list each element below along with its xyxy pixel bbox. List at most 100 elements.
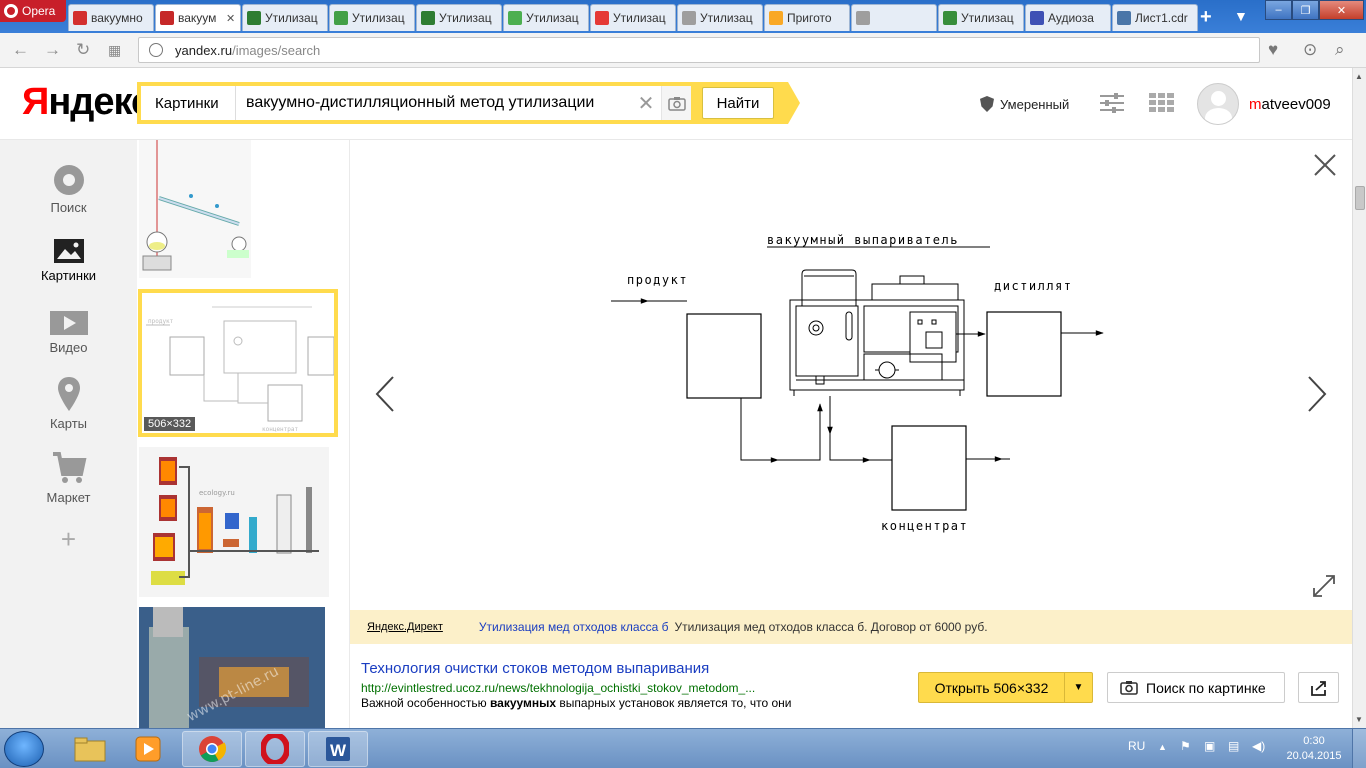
- browser-tab[interactable]: Утилизац: [677, 4, 763, 31]
- distillate-box: [986, 311, 1062, 397]
- browser-tab[interactable]: Утилизац: [416, 4, 502, 31]
- tab-title: Утилизац: [961, 11, 1014, 25]
- chrome-browser-icon[interactable]: [182, 731, 242, 767]
- download-icon[interactable]: ⊙: [1303, 40, 1317, 60]
- thumbnail-equipment-photo[interactable]: www.pt-line.ru: [139, 607, 325, 728]
- browser-tab[interactable]: [851, 4, 937, 31]
- nav-item-maps[interactable]: Карты: [0, 376, 137, 431]
- browser-tab[interactable]: Лист1.cdr: [1112, 4, 1198, 31]
- search-icon[interactable]: ⌕: [1335, 40, 1345, 60]
- thumbnail-selected-diagram[interactable]: продукт концентрат 506×332: [138, 289, 338, 437]
- open-image-button[interactable]: Открыть 506×332 ▼: [918, 672, 1093, 703]
- opera-browser-icon[interactable]: [245, 731, 305, 767]
- nav-item-search[interactable]: Поиск: [0, 164, 137, 215]
- browser-tab[interactable]: вакуум ✕: [155, 4, 241, 31]
- opera-menu-button[interactable]: Opera: [0, 0, 66, 22]
- yandex-logo[interactable]: Яндекс: [22, 81, 152, 124]
- url-field[interactable]: yandex.ru/images/search: [138, 37, 1260, 63]
- service-label[interactable]: Картинки: [141, 86, 236, 120]
- nav-item-video[interactable]: Видео: [0, 310, 137, 355]
- cart-icon: [52, 452, 86, 483]
- reload-icon[interactable]: ↻: [76, 40, 90, 60]
- clock-time: 0:30: [1303, 735, 1325, 747]
- clock[interactable]: 0:30 20.04.2015: [1284, 734, 1344, 764]
- prev-image-arrow-icon[interactable]: [375, 376, 395, 412]
- volume-icon[interactable]: ◀): [1252, 739, 1265, 753]
- action-center-flag-icon[interactable]: ⚑: [1180, 739, 1191, 753]
- language-indicator[interactable]: RU: [1128, 739, 1145, 753]
- share-button[interactable]: [1298, 672, 1339, 703]
- svg-text:W: W: [330, 741, 347, 760]
- diagram-title: вакуумный выпариватель: [767, 233, 959, 247]
- close-viewer-icon[interactable]: [1314, 154, 1336, 176]
- nav-item-images[interactable]: Картинки: [0, 238, 137, 283]
- shield-icon: [980, 96, 994, 112]
- safe-search-filter[interactable]: Умеренный: [980, 96, 1069, 112]
- browser-tab[interactable]: Аудиоза: [1025, 4, 1111, 31]
- opera-logo-icon: [4, 4, 18, 18]
- forward-arrow-icon[interactable]: →: [44, 40, 61, 60]
- scrollbar-thumb[interactable]: [1355, 186, 1365, 210]
- back-arrow-icon[interactable]: ←: [12, 40, 29, 60]
- bookmark-heart-icon[interactable]: ♥: [1268, 40, 1278, 60]
- show-desktop-button[interactable]: [1352, 729, 1366, 768]
- maximize-button[interactable]: ❐: [1292, 0, 1319, 20]
- explorer-folder-icon[interactable]: [60, 731, 120, 767]
- close-window-button[interactable]: ✕: [1319, 0, 1364, 20]
- device-icon[interactable]: ▣: [1204, 739, 1215, 753]
- address-bar-row: ← → ↻ ▦ yandex.ru/images/search ♥ ⊙ ⌕: [0, 33, 1366, 68]
- label-product: продукт: [627, 273, 688, 287]
- direct-ad-link[interactable]: Утилизация мед отходов класса б: [479, 620, 669, 634]
- tray-expand-icon[interactable]: ▲: [1158, 742, 1167, 752]
- minimize-button[interactable]: –: [1265, 0, 1292, 20]
- source-page-snippet: Важной особенностью вакуумных выпарных у…: [361, 696, 792, 710]
- tab-strip: вакуумно вакуум ✕ Утилизац Утилизац Утилизац У…: [68, 4, 1199, 31]
- thumbnail-distillation-apparatus[interactable]: [139, 140, 251, 278]
- browser-tab[interactable]: Утилизац: [242, 4, 328, 31]
- browser-tab[interactable]: Утилизац: [590, 4, 676, 31]
- source-page-url[interactable]: http://evintlestred.ucoz.ru/news/tekhnol…: [361, 681, 755, 695]
- browser-tab[interactable]: Утилизац: [329, 4, 415, 31]
- recycle-icon: [421, 11, 435, 25]
- word-app-icon[interactable]: W: [308, 731, 368, 767]
- next-image-arrow-icon[interactable]: [1307, 376, 1327, 412]
- source-page-title-link[interactable]: Технология очистки стоков методом выпари…: [361, 660, 709, 677]
- nav-item-market[interactable]: Маркет: [0, 450, 137, 505]
- camera-icon[interactable]: [661, 86, 691, 120]
- chevron-down-icon[interactable]: ▼: [1064, 673, 1092, 702]
- fullscreen-expand-icon[interactable]: [1312, 574, 1336, 598]
- start-button[interactable]: [4, 731, 44, 767]
- browser-tab-bar: Opera вакуумно вакуум ✕ Утилизац Утилизац Ути…: [0, 0, 1366, 33]
- play-icon: [1030, 11, 1044, 25]
- chart-icon: [508, 11, 522, 25]
- new-tab-button[interactable]: +: [1200, 6, 1212, 29]
- avatar[interactable]: [1197, 83, 1239, 125]
- page-scrollbar[interactable]: ▲ ▼: [1352, 68, 1366, 728]
- network-icon[interactable]: ▤: [1228, 739, 1239, 753]
- nav-more-plus-icon[interactable]: +: [0, 524, 137, 555]
- browser-tab[interactable]: Пригото: [764, 4, 850, 31]
- scroll-up-icon[interactable]: ▲: [1355, 72, 1363, 81]
- share-icon: [1310, 680, 1326, 696]
- scroll-down-icon[interactable]: ▼: [1355, 715, 1363, 724]
- search-by-image-button[interactable]: Поиск по картинке: [1107, 672, 1285, 703]
- search-input[interactable]: вакуумно-дистилляционный метод утилизаци…: [236, 94, 631, 112]
- tab-close-icon[interactable]: ✕: [226, 12, 236, 25]
- dash-icon: [856, 11, 870, 25]
- browser-tab[interactable]: Утилизац: [938, 4, 1024, 31]
- username[interactable]: matveev009: [1249, 96, 1331, 113]
- tree-icon: [247, 11, 261, 25]
- browser-tab[interactable]: вакуумно: [68, 4, 154, 31]
- media-player-icon[interactable]: [118, 731, 178, 767]
- apps-grid-icon[interactable]: [1148, 92, 1174, 114]
- site-info-icon[interactable]: [149, 43, 163, 57]
- url-host: yandex.ru: [175, 42, 233, 58]
- search-button[interactable]: Найти: [702, 87, 774, 119]
- thumbnail-incinerator-scheme[interactable]: ecology.ru: [139, 447, 329, 597]
- settings-sliders-icon[interactable]: [1099, 92, 1125, 114]
- browser-tab[interactable]: Утилизац: [503, 4, 589, 31]
- speed-dial-grid-icon[interactable]: ▦: [108, 42, 121, 59]
- clear-icon[interactable]: ✕: [631, 91, 661, 116]
- direct-label[interactable]: Яндекс.Директ: [367, 621, 443, 633]
- tab-menu-chevron-icon[interactable]: ▼: [1234, 8, 1248, 24]
